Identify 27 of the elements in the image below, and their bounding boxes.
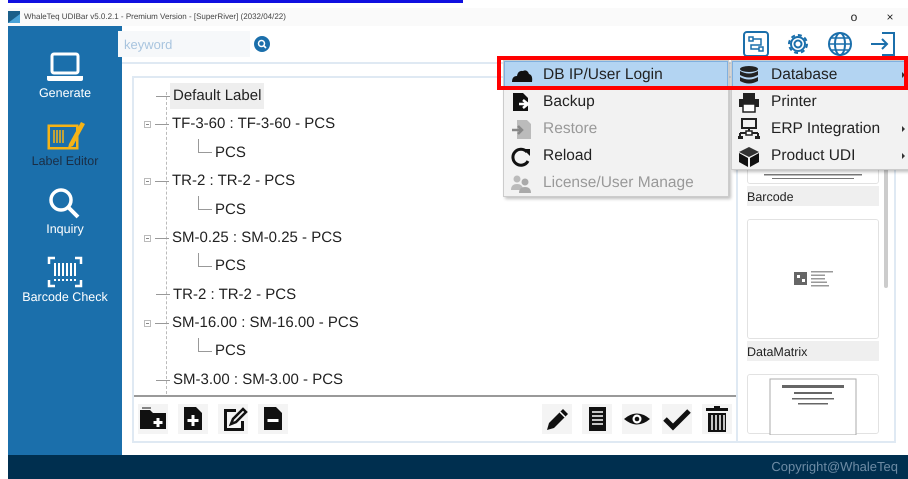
window-title: WhaleTeq UDIBar v5.0.2.1 - Premium Version - [SuperRiver] (2032/04/22) [24, 11, 287, 23]
template-name: Barcode [747, 186, 879, 206]
template-name: DataMatrix [747, 341, 879, 361]
menu-item[interactable]: Printer [732, 88, 908, 115]
menu-item[interactable]: DB IP/User Login [504, 61, 728, 88]
minimize-button[interactable]: o [836, 8, 872, 26]
copyright-text: Copyright@WhaleTeq [771, 458, 898, 476]
tree-item[interactable]: TR-2 : TR-2 - PCS [170, 282, 300, 308]
menu-item[interactable]: Reload [504, 142, 728, 169]
sidebar-item[interactable]: Generate [38, 50, 92, 114]
close-button[interactable]: × [872, 8, 908, 26]
tree-item[interactable]: SM-0.25 : SM-0.25 - PCS [169, 224, 346, 252]
menu-item[interactable]: ERP Integration [732, 115, 908, 142]
tree-item[interactable]: PCS [212, 338, 249, 365]
tree-item[interactable]: SM-3.00 : SM-3.00 - PCS [170, 366, 346, 394]
menu-item[interactable]: Backup [504, 88, 728, 115]
tree-item[interactable]: TF-3-60 : TF-3-60 - PCS [169, 111, 338, 138]
tree-item[interactable]: TR-2 : TR-2 - PCS [169, 168, 298, 195]
tree-item[interactable]: Default Label [170, 82, 264, 110]
tree-item[interactable]: PCS [212, 140, 249, 166]
search-field[interactable]: keyword [118, 31, 250, 57]
tree-item[interactable]: SM-16.00 : SM-16.00 - PCS [169, 310, 362, 337]
sidebar-item[interactable]: Inquiry [45, 186, 85, 250]
tree-item[interactable]: PCS [212, 196, 249, 223]
menu-item[interactable]: Product UDI [732, 142, 908, 169]
tree-item[interactable]: PCS [212, 253, 249, 280]
sidebar-item[interactable]: Barcode Check [22, 254, 108, 318]
